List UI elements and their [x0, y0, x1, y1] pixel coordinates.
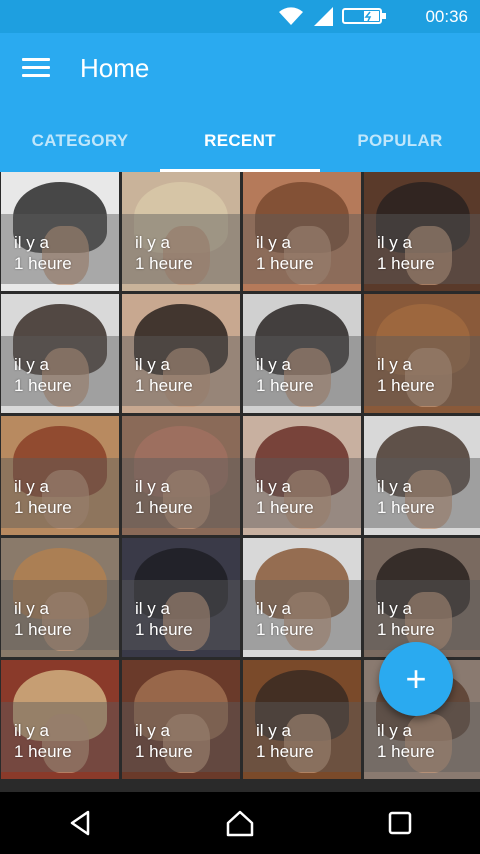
- grid-tile[interactable]: il y a 1 heure: [1, 172, 119, 291]
- grid-tile[interactable]: il y a 1 heure: [243, 294, 361, 413]
- menu-icon[interactable]: [22, 58, 50, 82]
- caption-line2: 1 heure: [14, 620, 72, 639]
- add-button[interactable]: +: [379, 642, 453, 716]
- grid-tile[interactable]: il y a 1 heure: [243, 172, 361, 291]
- caption-line2: 1 heure: [14, 376, 72, 395]
- tile-caption: il y a 1 heure: [135, 232, 193, 274]
- tile-caption: il y a 1 heure: [14, 598, 72, 640]
- caption-line1: il y a: [256, 233, 291, 252]
- home-icon[interactable]: [210, 798, 270, 848]
- battery-icon: [342, 8, 386, 24]
- back-icon[interactable]: [50, 798, 110, 848]
- caption-line1: il y a: [135, 355, 170, 374]
- tab-recent[interactable]: RECENT: [160, 110, 320, 172]
- caption-line1: il y a: [256, 355, 291, 374]
- signal-icon: [314, 7, 333, 26]
- page-title: Home: [80, 53, 150, 83]
- caption-line2: 1 heure: [135, 254, 193, 273]
- caption-line1: il y a: [14, 477, 49, 496]
- tile-caption: il y a 1 heure: [377, 598, 435, 640]
- tile-caption: il y a 1 heure: [14, 232, 72, 274]
- caption-line1: il y a: [377, 721, 412, 740]
- grid-tile[interactable]: il y a 1 heure: [1, 660, 119, 779]
- grid-tile[interactable]: il y a 1 heure: [364, 538, 480, 657]
- tile-caption: il y a 1 heure: [256, 354, 314, 396]
- caption-line1: il y a: [256, 477, 291, 496]
- caption-line2: 1 heure: [377, 742, 435, 761]
- grid-tile[interactable]: il y a 1 heure: [243, 538, 361, 657]
- caption-line1: il y a: [377, 233, 412, 252]
- status-time: 00:36: [425, 7, 468, 26]
- caption-line2: 1 heure: [135, 498, 193, 517]
- tab-bar: CATEGORY RECENT POPULAR: [0, 110, 480, 172]
- app-bar: Home CATEGORY RECENT POPULAR: [0, 33, 480, 172]
- tile-caption: il y a 1 heure: [135, 720, 193, 762]
- caption-line2: 1 heure: [377, 498, 435, 517]
- caption-line1: il y a: [14, 599, 49, 618]
- caption-line1: il y a: [14, 355, 49, 374]
- grid-tile[interactable]: il y a 1 heure: [122, 416, 240, 535]
- tile-caption: il y a 1 heure: [135, 598, 193, 640]
- grid-tile[interactable]: il y a 1 heure: [1, 294, 119, 413]
- tab-popular[interactable]: POPULAR: [320, 110, 480, 172]
- caption-line2: 1 heure: [14, 254, 72, 273]
- tile-caption: il y a 1 heure: [256, 476, 314, 518]
- grid-tile[interactable]: il y a 1 heure: [122, 660, 240, 779]
- caption-line2: 1 heure: [135, 742, 193, 761]
- grid-tile[interactable]: il y a 1 heure: [364, 172, 480, 291]
- grid-tile[interactable]: il y a 1 heure: [243, 416, 361, 535]
- navigation-bar: [0, 792, 480, 854]
- grid-tile[interactable]: il y a 1 heure: [364, 294, 480, 413]
- status-icons: [278, 5, 390, 27]
- tab-category[interactable]: CATEGORY: [0, 110, 160, 172]
- tile-caption: il y a 1 heure: [256, 720, 314, 762]
- caption-line1: il y a: [135, 721, 170, 740]
- caption-line1: il y a: [14, 721, 49, 740]
- caption-line2: 1 heure: [256, 742, 314, 761]
- tile-caption: il y a 1 heure: [377, 232, 435, 274]
- grid-tile[interactable]: il y a 1 heure: [1, 416, 119, 535]
- grid-tile[interactable]: il y a 1 heure: [122, 294, 240, 413]
- caption-line2: 1 heure: [135, 376, 193, 395]
- status-bar: 00:36: [0, 0, 480, 33]
- caption-line2: 1 heure: [256, 498, 314, 517]
- caption-line1: il y a: [135, 599, 170, 618]
- grid-tile[interactable]: il y a 1 heure: [364, 416, 480, 535]
- caption-line1: il y a: [14, 233, 49, 252]
- caption-line2: 1 heure: [377, 620, 435, 639]
- caption-line1: il y a: [135, 477, 170, 496]
- tile-caption: il y a 1 heure: [377, 720, 435, 762]
- caption-line2: 1 heure: [377, 376, 435, 395]
- caption-line2: 1 heure: [256, 376, 314, 395]
- caption-line1: il y a: [377, 355, 412, 374]
- tile-caption: il y a 1 heure: [377, 354, 435, 396]
- caption-line2: 1 heure: [256, 254, 314, 273]
- caption-line1: il y a: [377, 599, 412, 618]
- grid-tile[interactable]: il y a 1 heure: [1, 538, 119, 657]
- caption-line1: il y a: [256, 721, 291, 740]
- caption-line2: 1 heure: [135, 620, 193, 639]
- tile-caption: il y a 1 heure: [256, 232, 314, 274]
- wifi-icon: [279, 7, 303, 25]
- grid-tile[interactable]: il y a 1 heure: [122, 172, 240, 291]
- caption-line2: 1 heure: [256, 620, 314, 639]
- tile-caption: il y a 1 heure: [135, 354, 193, 396]
- tile-caption: il y a 1 heure: [135, 476, 193, 518]
- tile-caption: il y a 1 heure: [14, 354, 72, 396]
- tile-caption: il y a 1 heure: [377, 476, 435, 518]
- caption-line1: il y a: [256, 599, 291, 618]
- caption-line2: 1 heure: [14, 498, 72, 517]
- tile-caption: il y a 1 heure: [14, 720, 72, 762]
- grid-tile[interactable]: il y a 1 heure: [122, 538, 240, 657]
- recents-icon[interactable]: [370, 798, 430, 848]
- caption-line2: 1 heure: [14, 742, 72, 761]
- caption-line1: il y a: [135, 233, 170, 252]
- tile-caption: il y a 1 heure: [14, 476, 72, 518]
- tile-caption: il y a 1 heure: [256, 598, 314, 640]
- caption-line1: il y a: [377, 477, 412, 496]
- grid-tile[interactable]: il y a 1 heure: [243, 660, 361, 779]
- caption-line2: 1 heure: [377, 254, 435, 273]
